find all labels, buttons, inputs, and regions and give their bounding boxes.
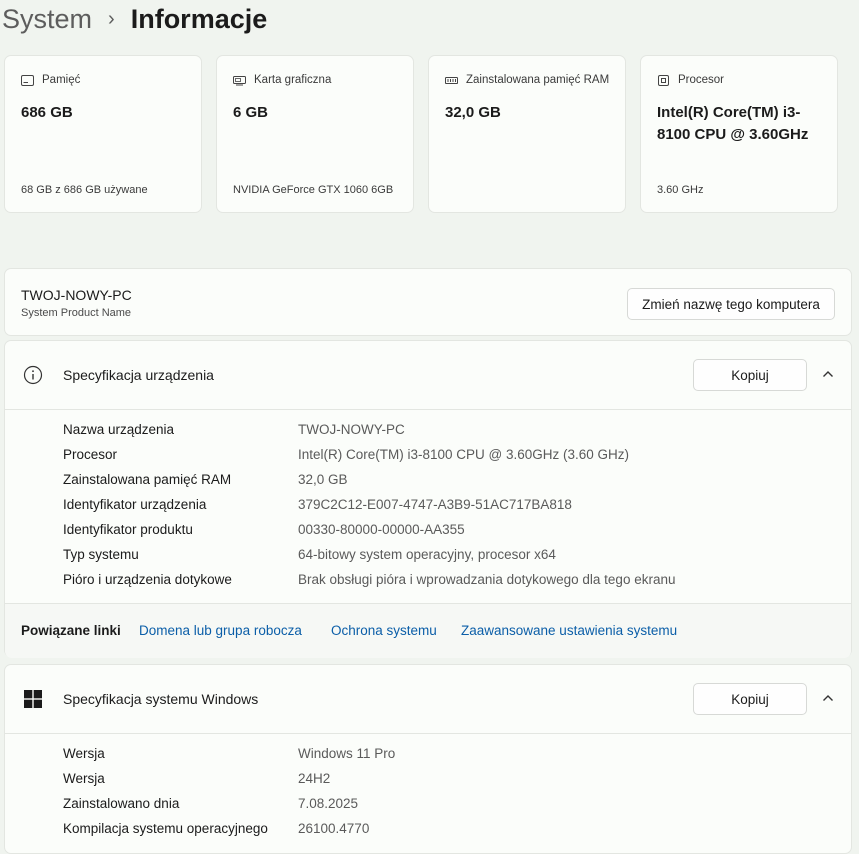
chevron-up-icon[interactable]: [821, 367, 835, 381]
card-ram[interactable]: Zainstalowana pamięć RAM 32,0 GB: [428, 55, 626, 213]
card-label: Karta graficzna: [254, 74, 332, 86]
info-icon: [23, 365, 43, 385]
link-system-protection[interactable]: Ochrona systemu: [331, 623, 437, 638]
card-label: Zainstalowana pamięć RAM: [466, 74, 610, 86]
card-subtext: NVIDIA GeForce GTX 1060 6GB: [233, 184, 394, 196]
rename-pc-button[interactable]: Zmień nazwę tego komputera: [627, 288, 835, 320]
section-title: Specyfikacja urządzenia: [63, 367, 214, 383]
pc-name: TWOJ-NOWY-PC: [21, 287, 132, 303]
chevron-up-icon[interactable]: [821, 691, 835, 705]
breadcrumb-system-link[interactable]: System: [2, 4, 92, 35]
card-value: 32,0 GB: [445, 104, 501, 121]
card-subtext: 68 GB z 686 GB używane: [21, 184, 148, 196]
windows-logo-icon: [23, 689, 43, 709]
processor-icon: [657, 74, 670, 86]
card-value: 686 GB: [21, 104, 73, 121]
storage-icon: [21, 74, 34, 86]
device-spec-list: Nazwa urządzenia TWOJ-NOWY-PC Procesor Int…: [5, 409, 851, 587]
card-processor[interactable]: Procesor Intel(R) Core(TM) i3-8100 CPU @…: [640, 55, 838, 213]
page-title: Informacje: [130, 3, 268, 34]
ram-icon: [445, 75, 458, 86]
windows-spec-list: Wersja Windows 11 Pro Wersja 24H2 Zainstal…: [5, 733, 851, 836]
card-subtext: 3.60 GHz: [657, 184, 704, 196]
breadcrumb: System › Informacje: [2, 0, 267, 38]
device-spec-panel: Specyfikacja urządzenia Kopiuj Nazwa urz…: [4, 340, 852, 658]
card-label: Pamięć: [42, 74, 81, 86]
related-links-bar: Powiązane linki Domena lub grupa robocza…: [5, 603, 851, 658]
card-value: Intel(R) Core(TM) i3-8100 CPU @ 3.60GHz: [657, 104, 809, 143]
copy-device-spec-button[interactable]: Kopiuj: [693, 359, 807, 391]
section-title: Specyfikacja systemu Windows: [63, 691, 259, 707]
card-storage[interactable]: Pamięć 686 GB 68 GB z 686 GB używane: [4, 55, 202, 213]
device-spec-header[interactable]: Specyfikacja urządzenia Kopiuj: [5, 341, 851, 409]
card-label: Procesor: [678, 74, 725, 86]
link-advanced-system-settings[interactable]: Zaawansowane ustawienia systemu: [461, 623, 677, 638]
card-value: 6 GB: [233, 104, 269, 121]
copy-windows-spec-button[interactable]: Kopiuj: [693, 683, 807, 715]
pc-name-panel: TWOJ-NOWY-PC System Product Name Zmień n…: [4, 268, 852, 336]
chevron-right-icon: ›: [108, 7, 115, 30]
gpu-icon: [233, 75, 246, 86]
pc-model: System Product Name: [21, 307, 132, 319]
card-graphics[interactable]: Karta graficzna 6 GB NVIDIA GeForce GTX …: [216, 55, 414, 213]
related-links-label: Powiązane linki: [21, 623, 121, 638]
windows-spec-header[interactable]: Specyfikacja systemu Windows Kopiuj: [5, 665, 851, 733]
link-domain-workgroup[interactable]: Domena lub grupa robocza: [139, 623, 302, 638]
windows-spec-panel: Specyfikacja systemu Windows Kopiuj Wers…: [4, 664, 852, 854]
